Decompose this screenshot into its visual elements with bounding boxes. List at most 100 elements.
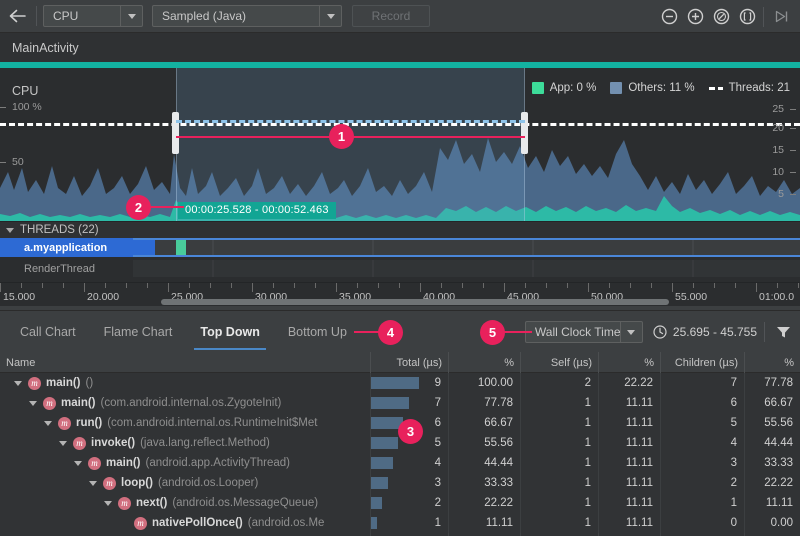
expand-triangle-icon[interactable] [59,440,67,446]
expand-triangle-icon[interactable] [74,460,82,466]
cpu-axis-label-100: 100 % [12,101,42,113]
zoom-in-icon [687,8,703,25]
top-down-table[interactable]: Name Total (µs) % Self (µs) % Children (… [0,352,800,536]
threads-axis-label-10: 10 [772,166,784,178]
zoom-out-button[interactable] [656,0,682,33]
tab-bottom-up[interactable]: Bottom Up [274,311,361,353]
method-package: (java.lang.reflect.Method) [140,437,270,449]
tab-flame-chart[interactable]: Flame Chart [90,311,187,353]
cpu-profiler-window: CPU Sampled (Java) Record MainActivity C… [0,0,800,536]
tab-top-down[interactable]: Top Down [186,311,273,353]
cpu-axis-tick-50 [0,162,6,163]
method-name: next() [136,497,168,509]
cell-total: 7 [370,393,448,413]
method-name: nativePollOnce() [152,517,243,529]
reset-zoom-button[interactable] [708,0,734,33]
tab-label: Bottom Up [287,324,347,339]
legend-label-threads: Threads: 21 [728,82,790,94]
clock-type-select[interactable]: Wall Clock Time [524,321,643,343]
zoom-in-button[interactable] [682,0,708,33]
threads-axis-tick-15 [790,150,796,151]
thread-row-myapplication[interactable]: a.myapplication [0,238,800,257]
table-row[interactable]: m main() (com.android.internal.os.Zygote… [0,393,800,413]
legend-item-others: Others: 11 % [610,82,695,94]
recording-mode-value: Sampled (Java) [162,9,247,23]
table-header-row: Name Total (µs) % Self (µs) % Children (… [0,352,800,373]
selection-range-label: 00:00:25.528 - 00:00:52.463 [178,202,336,219]
legend-item-threads: Threads: 21 [708,82,790,94]
method-name: loop() [121,477,153,489]
toolbar-divider-1 [36,6,37,26]
column-header-total-pct[interactable]: % [448,352,520,373]
expand-triangle-icon[interactable] [44,420,52,426]
tab-call-chart[interactable]: Call Chart [6,311,90,353]
cpu-usage-chart[interactable]: CPU 100 % 50 25 20 15 10 5 App: 0 % Othe… [0,68,800,221]
zoom-to-selection-icon [739,8,755,25]
selection-time-range: 25.695 - 45.755 [653,325,757,339]
column-header-self[interactable]: Self (µs) [520,352,598,373]
chevron-down-icon[interactable] [319,6,341,26]
column-header-name[interactable]: Name [0,352,370,373]
cell-children-pct: 77.78 [744,373,800,393]
thread-row-renderthread[interactable]: RenderThread [0,259,800,278]
cell-children: 2 [660,473,744,493]
expand-triangle-icon[interactable] [104,500,112,506]
cell-self-pct: 11.11 [598,433,660,453]
thread-activity-track[interactable] [133,259,800,278]
expand-triangle-icon[interactable] [29,400,37,406]
method-name: run() [76,417,103,429]
cell-children: 4 [660,433,744,453]
method-package: () [85,377,94,389]
toolbar-divider-2 [763,6,764,27]
cell-total-pct: 77.78 [448,393,520,413]
method-package: (android.os.Me [247,517,325,529]
chevron-down-icon[interactable] [120,6,142,26]
chevron-down-icon[interactable] [619,322,642,342]
threads-axis-tick-20 [790,128,796,129]
cell-self-pct: 11.11 [598,413,660,433]
method-name: main() [46,377,81,389]
cell-self: 1 [520,493,598,513]
arrow-left-icon [9,9,26,23]
selection-handle-right[interactable] [521,112,528,154]
table-row[interactable]: m next() (android.os.MessageQueue) 2 22.… [0,493,800,513]
clock-type-value: Wall Clock Time [534,325,620,339]
process-select[interactable]: CPU [43,5,143,27]
cell-children-pct: 44.44 [744,433,800,453]
cell-children-pct: 22.22 [744,473,800,493]
jump-to-end-button[interactable] [768,0,794,33]
session-activity-bar[interactable]: MainActivity [0,33,800,62]
threads-section-label: THREADS (22) [20,224,99,236]
cell-self-pct: 11.11 [598,513,660,533]
column-header-total[interactable]: Total (µs) [370,352,448,373]
process-select-value: CPU [53,9,79,23]
column-header-self-pct[interactable]: % [598,352,660,373]
table-row[interactable]: m loop() (android.os.Looper) 3 33.33 1 1… [0,473,800,493]
column-header-children[interactable]: Children (µs) [660,352,744,373]
tab-label: Flame Chart [103,324,173,339]
back-button[interactable] [0,0,34,33]
cell-total-pct: 44.44 [448,453,520,473]
table-row[interactable]: m nativePollOnce() (android.os.Me 1 11.1… [0,513,800,533]
column-header-children-pct[interactable]: % [744,352,800,373]
filter-button[interactable] [772,325,794,339]
expand-triangle-icon[interactable] [14,380,22,386]
table-body: m main() () 9 100.00 2 22.22 7 77.78 m m… [0,373,800,536]
table-row[interactable]: m main() (android.app.ActivityThread) 4 … [0,453,800,473]
threads-section-header[interactable]: THREADS (22) [0,221,800,238]
thread-name: RenderThread [24,262,95,275]
method-name: main() [61,397,96,409]
threads-axis-label-5: 5 [778,188,784,200]
triangle-down-icon[interactable] [6,227,14,233]
record-button[interactable]: Record [352,5,430,27]
recording-mode-select[interactable]: Sampled (Java) [152,5,342,27]
table-row[interactable]: m main() () 9 100.00 2 22.22 7 77.78 [0,373,800,393]
legend-swatch-app [531,82,544,94]
selection-handle-left[interactable] [172,112,179,154]
horizontal-scrollbar-thumb[interactable] [161,299,669,305]
thread-activity-track[interactable] [133,238,800,257]
zoom-to-selection-button[interactable] [734,0,760,33]
cell-total: 1 [370,513,448,533]
expand-triangle-icon[interactable] [89,480,97,486]
cell-total: 4 [370,453,448,473]
